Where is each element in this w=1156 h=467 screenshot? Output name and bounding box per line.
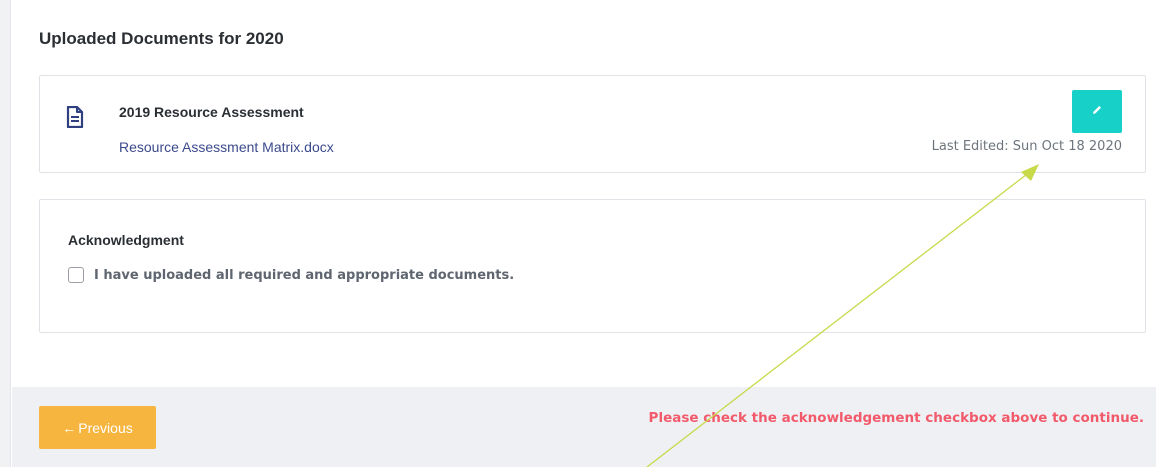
footer-bar: ← Previous Please check the acknowledgem… [12,387,1156,467]
section-title: Uploaded Documents for 2020 [39,29,284,48]
previous-button-label: Previous [78,419,133,436]
document-icon [66,105,84,129]
last-edited-text: Last Edited: Sun Oct 18 2020 [931,139,1122,154]
edit-document-button[interactable] [1072,90,1122,133]
pencil-icon [1091,104,1103,119]
document-file-link[interactable]: Resource Assessment Matrix.docx [119,139,334,155]
left-border [0,0,11,467]
acknowledgment-checkbox-label[interactable]: I have uploaded all required and appropr… [94,268,514,283]
previous-button[interactable]: ← Previous [39,406,156,449]
acknowledgment-card: Acknowledgment I have uploaded all requi… [39,199,1146,333]
document-card: 2019 Resource Assessment Resource Assess… [39,75,1146,173]
document-title: 2019 Resource Assessment [119,104,304,120]
arrow-left-icon: ← [62,419,77,436]
acknowledgment-row: I have uploaded all required and appropr… [68,267,514,283]
acknowledgment-checkbox[interactable] [68,267,84,283]
validation-warning: Please check the acknowledgement checkbo… [648,410,1144,426]
acknowledgment-title: Acknowledgment [68,232,184,248]
